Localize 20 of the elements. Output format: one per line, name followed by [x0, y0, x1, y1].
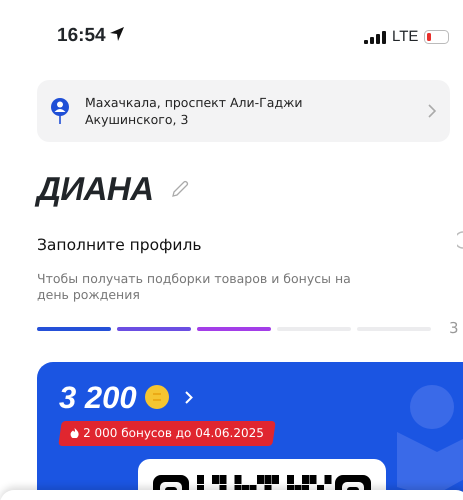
info-icon[interactable] [457, 231, 463, 249]
pencil-icon[interactable] [170, 178, 190, 198]
coin-icon [144, 385, 169, 410]
location-pin-icon [51, 98, 69, 124]
bonus-balance: 3 200 [59, 382, 137, 413]
chevron-right-icon[interactable] [184, 390, 193, 404]
location-arrow-icon [108, 26, 125, 42]
status-time: 16:54 [57, 25, 106, 46]
address-text: Махачкала, проспект Али-Гаджи Акушинского, 3 [85, 94, 304, 128]
progress-counter: 3 [449, 318, 459, 340]
profile-name: ДИАНА [37, 172, 154, 205]
section-title: Заполните профиль [37, 235, 202, 256]
chevron-right-icon [428, 104, 436, 118]
signal-icon [364, 30, 386, 44]
battery-icon [424, 30, 450, 44]
address-bar[interactable]: Махачкала, проспект Али-Гаджи Акушинского, 3 [37, 80, 450, 142]
network-label: LTE [392, 27, 418, 47]
flame-icon [70, 428, 80, 438]
section-subtitle: Чтобы получать подборки товаров и бонусы на день рождения [37, 271, 352, 304]
expiring-bonus-tag: 2 000 бонусов до 04.06.2025 [58, 420, 276, 446]
